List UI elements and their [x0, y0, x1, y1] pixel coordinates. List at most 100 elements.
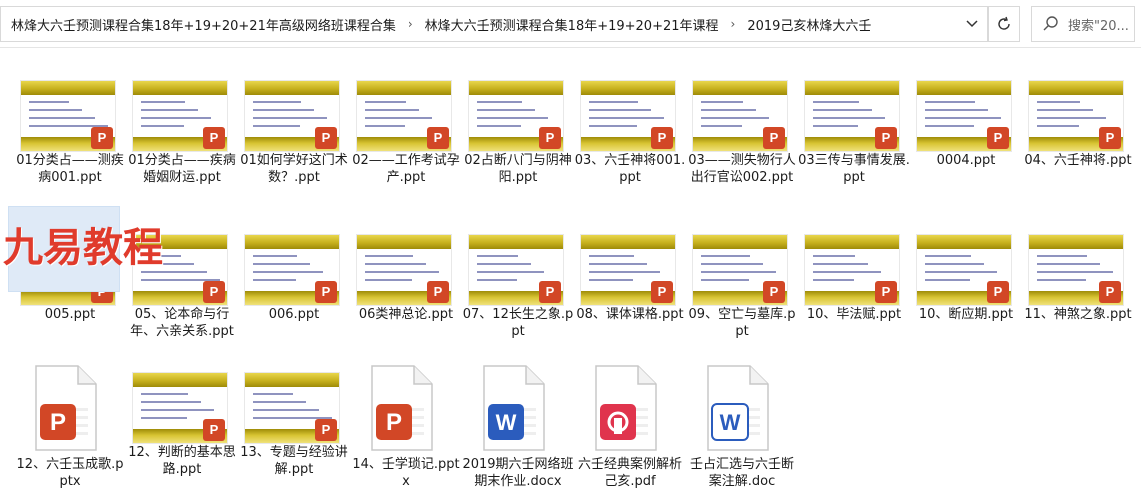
breadcrumb-item-3[interactable]: 2019己亥林烽大六壬: [745, 15, 873, 34]
file-item[interactable]: P 12、判断的基本思路.ppt: [126, 364, 238, 504]
slide-header-band: [245, 235, 339, 249]
slide-text-line: [365, 109, 419, 111]
slide-text-line: [1037, 117, 1106, 119]
file-item[interactable]: P 06类神总论.ppt: [350, 226, 462, 366]
file-item[interactable]: P 01如何学好这门术数？.ppt: [238, 72, 350, 212]
slide-text-line: [141, 417, 187, 419]
breadcrumb[interactable]: 林烽大六壬预测课程合集18年+19+20+21年高级网络班课程合集 › 林烽大六…: [0, 6, 986, 42]
slide-text-line: [477, 271, 544, 273]
slide-text-line: [813, 109, 872, 111]
slide-thumbnail: P: [468, 80, 564, 152]
file-item[interactable]: P 10、断应期.ppt: [910, 226, 1022, 366]
slide-thumbnail: P: [244, 234, 340, 306]
file-item[interactable]: P 01分类占——疾病婚姻财运.ppt: [126, 72, 238, 212]
file-name-label: 08、课体课格.ppt: [576, 307, 684, 322]
file-name-label: 01分类占——测疾病001.ppt: [16, 153, 124, 185]
slide-text-line: [365, 279, 412, 281]
file-name-label: 10、毕法赋.ppt: [806, 307, 902, 322]
slide-thumbnail: P: [1028, 80, 1124, 152]
chevron-right-icon[interactable]: ›: [721, 17, 746, 31]
slide-thumbnail: P: [356, 234, 452, 306]
powerpoint-badge-icon: P: [203, 419, 225, 441]
slide-header-band: [133, 373, 227, 387]
slide-text-line: [1037, 263, 1100, 265]
file-name-label: 壬占汇选与六壬断案注解.doc: [689, 457, 794, 489]
slide-text-line: [701, 101, 743, 103]
slide-thumbnail: P: [804, 234, 900, 306]
breadcrumb-item-2[interactable]: 林烽大六壬预测课程合集18年+19+20+21年课程: [423, 15, 721, 34]
chevron-right-icon[interactable]: ›: [398, 17, 423, 31]
file-item[interactable]: P 09、空亡与墓库.ppt: [686, 226, 798, 366]
file-name-label: 01如何学好这门术数？.ppt: [240, 153, 348, 185]
slide-text-line: [29, 109, 82, 111]
slide-text-line: [925, 101, 975, 103]
slide-thumbnail: P: [692, 234, 788, 306]
powerpoint-badge-icon: P: [203, 127, 225, 149]
powerpoint-badge-icon: P: [427, 127, 449, 149]
breadcrumb-item-1[interactable]: 林烽大六壬预测课程合集18年+19+20+21年高级网络班课程合集: [9, 15, 398, 34]
file-item[interactable]: P 02——工作考试孕产.ppt: [350, 72, 462, 212]
search-input[interactable]: 搜索"20...: [1031, 6, 1135, 42]
file-item[interactable]: P 04、六壬神将.ppt: [1022, 72, 1134, 212]
slide-text-line: [925, 109, 988, 111]
file-name-label: 02——工作考试孕产.ppt: [352, 153, 460, 185]
file-item[interactable]: W 壬占汇选与六壬断案注解.doc: [686, 364, 798, 504]
file-name-label: 03——测失物行人出行官讼002.ppt: [688, 153, 796, 185]
slide-header-band: [805, 81, 899, 95]
slide-text-line: [477, 125, 521, 127]
file-name-label: 10、断应期.ppt: [918, 307, 1014, 322]
powerpoint-badge-icon: P: [203, 281, 225, 303]
file-item[interactable]: P 10、毕法赋.ppt: [798, 226, 910, 366]
slide-header-band: [693, 235, 787, 249]
powerpoint-badge-icon: P: [315, 419, 337, 441]
file-item[interactable]: W 2019期六壬网络班期末作业.docx: [462, 364, 574, 504]
powerpoint-badge-icon: P: [651, 127, 673, 149]
file-name-label: 09、空亡与墓库.ppt: [688, 307, 796, 339]
slide-text-line: [813, 255, 855, 257]
slide-thumbnail: P: [356, 80, 452, 152]
file-item[interactable]: P 08、课体课格.ppt: [574, 226, 686, 366]
file-name-label: 12、判断的基本思路.ppt: [128, 445, 236, 477]
slide-text-line: [589, 101, 638, 103]
slide-header-band: [245, 81, 339, 95]
slide-text-line: [477, 117, 548, 119]
slide-text-line: [365, 117, 432, 119]
powerpoint-badge-icon: P: [1099, 281, 1121, 303]
file-item[interactable]: P 03三传与事情发展.ppt: [798, 72, 910, 212]
file-item[interactable]: P 01分类占——测疾病001.ppt: [14, 72, 126, 212]
slide-text-line: [701, 255, 750, 257]
file-item[interactable]: P 14、壬学琐记.pptx: [350, 364, 462, 504]
file-item[interactable]: P 13、专题与经验讲解.ppt: [238, 364, 350, 504]
file-item[interactable]: P 03——测失物行人出行官讼002.ppt: [686, 72, 798, 212]
slide-text-line: [365, 263, 426, 265]
slide-text-line: [253, 255, 297, 257]
file-item[interactable]: 六壬经典案例解析己亥.pdf: [574, 364, 686, 504]
slide-text-line: [589, 255, 634, 257]
file-item[interactable]: P 03、六壬神将001.ppt: [574, 72, 686, 212]
file-item[interactable]: P 02占断八门与阴神阳.ppt: [462, 72, 574, 212]
slide-text-line: [477, 263, 531, 265]
file-item[interactable]: P 07、12长生之象.ppt: [462, 226, 574, 366]
slide-text-line: [701, 125, 742, 127]
file-item[interactable]: P 0004.ppt: [910, 72, 1022, 212]
file-name-label: 0004.ppt: [936, 153, 996, 168]
powerpoint-badge-icon: P: [875, 127, 897, 149]
file-item[interactable]: P 006.ppt: [238, 226, 350, 366]
slide-text-line: [141, 109, 198, 111]
file-item[interactable]: P 11、神煞之象.ppt: [1022, 226, 1134, 366]
pptx-file-icon: P: [32, 364, 100, 452]
file-name-label: 07、12长生之象.ppt: [462, 307, 574, 339]
slide-text-line: [141, 401, 201, 403]
slide-header-band: [917, 235, 1011, 249]
slide-header-band: [357, 81, 451, 95]
slide-text-line: [701, 271, 776, 273]
refresh-icon[interactable]: [988, 6, 1020, 42]
slide-text-line: [813, 263, 868, 265]
slide-text-line: [813, 271, 881, 273]
file-item[interactable]: P 12、六壬玉成歌.pptx: [14, 364, 126, 504]
file-name-label: 06类神总论.ppt: [358, 307, 454, 322]
chevron-down-icon[interactable]: [956, 6, 988, 42]
slide-text-line: [701, 109, 756, 111]
slide-text-line: [253, 393, 293, 395]
search-placeholder: 搜索"20...: [1068, 18, 1129, 34]
